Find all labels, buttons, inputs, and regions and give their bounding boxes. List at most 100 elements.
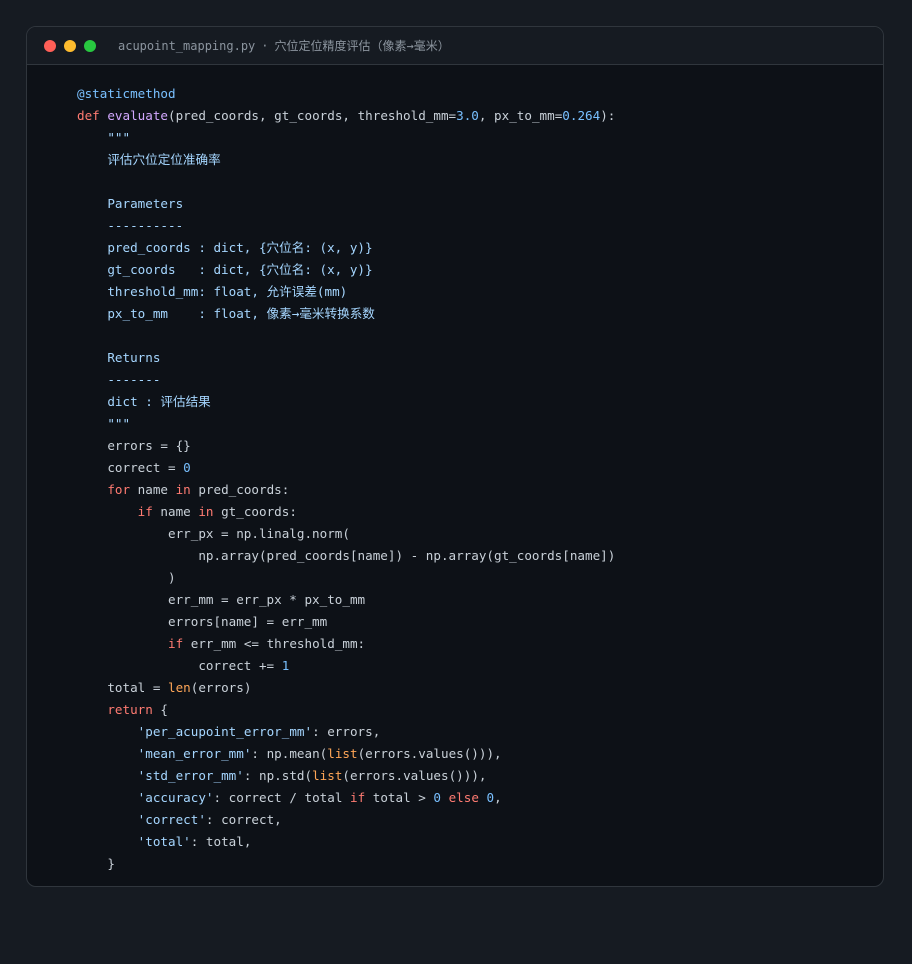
code-token: : errors, xyxy=(312,724,381,739)
code-token: Returns xyxy=(77,350,161,365)
code-line: dict : 评估结果 xyxy=(77,391,883,413)
code-token: 0 xyxy=(433,790,441,805)
code-line: if name in gt_coords: xyxy=(77,501,883,523)
code-token: in xyxy=(198,504,214,519)
code-token: gt_coords: xyxy=(213,504,297,519)
code-token: pred_coords: xyxy=(190,482,290,497)
code-token: in xyxy=(175,482,191,497)
code-token: err_mm = err_px * px_to_mm xyxy=(77,592,366,607)
code-token: pred_coords : dict, {穴位名: (x, y)} xyxy=(77,240,373,255)
code-token: (errors.values())), xyxy=(357,746,502,761)
code-line: correct += 1 xyxy=(77,655,883,677)
code-token: : np.mean( xyxy=(251,746,328,761)
code-token: 'std_error_mm' xyxy=(137,768,244,783)
code-line: px_to_mm : float, 像素→毫米转换系数 xyxy=(77,303,883,325)
code-token: if xyxy=(168,636,184,651)
code-token: { xyxy=(152,702,169,717)
code-line: ) xyxy=(77,567,883,589)
code-line: 'correct': correct, xyxy=(77,809,883,831)
code-line: 评估穴位定位准确率 xyxy=(77,149,883,171)
code-token: np.array(pred_coords[name]) - np.array(g… xyxy=(77,548,616,563)
maximize-window-button[interactable] xyxy=(84,39,96,52)
code-token: ) xyxy=(77,570,176,585)
filename: acupoint_mapping.py xyxy=(118,39,256,53)
code-token: , px_to_mm= xyxy=(478,108,563,123)
code-token: correct = xyxy=(77,460,184,475)
title-separator: · xyxy=(261,39,269,53)
code-line: ------- xyxy=(77,369,883,391)
code-token: list xyxy=(327,746,358,761)
code-token: name xyxy=(130,482,176,497)
code-line: 'total': total, xyxy=(77,831,883,853)
code-token: 'mean_error_mm' xyxy=(137,746,252,761)
code-token: 3.0 xyxy=(456,108,479,123)
minimize-window-button[interactable] xyxy=(64,39,76,52)
code-token: return xyxy=(107,702,153,717)
code-token: err_px = np.linalg.norm( xyxy=(77,526,350,541)
code-token: 评估穴位定位准确率 xyxy=(77,152,221,167)
code-line: err_mm = err_px * px_to_mm xyxy=(77,589,883,611)
code-line: """ xyxy=(77,127,883,149)
code-token: : total, xyxy=(190,834,252,849)
code-token: total = xyxy=(77,680,168,695)
code-token: 'per_acupoint_error_mm' xyxy=(137,724,313,739)
title-bar: acupoint_mapping.py · 穴位定位精度评估（像素→毫米） xyxy=(27,27,883,65)
code-line: total = len(errors) xyxy=(77,677,883,699)
code-token: px_to_mm : float, 像素→毫米转换系数 xyxy=(77,306,375,321)
code-line: correct = 0 xyxy=(77,457,883,479)
window-title: acupoint_mapping.py · 穴位定位精度评估（像素→毫米） xyxy=(118,37,450,54)
code-token: total > xyxy=(365,790,434,805)
code-token: name xyxy=(152,504,199,519)
code-token: : np.std( xyxy=(243,768,313,783)
code-token: 0.264 xyxy=(562,108,601,123)
code-line: 'mean_error_mm': np.mean(list(errors.val… xyxy=(77,743,883,765)
code-token: 0 xyxy=(486,790,495,805)
code-line: if err_mm <= threshold_mm: xyxy=(77,633,883,655)
code-line: Returns xyxy=(77,347,883,369)
code-token: if xyxy=(349,790,366,805)
code-token: errors = {} xyxy=(77,438,191,453)
code-line: return { xyxy=(77,699,883,721)
code-line: } xyxy=(77,853,883,875)
code-token: } xyxy=(77,856,115,871)
code-token: : correct / total xyxy=(213,790,350,805)
code-token: for xyxy=(107,482,131,497)
code-line: gt_coords : dict, {穴位名: (x, y)} xyxy=(77,259,883,281)
code-line: def evaluate(pred_coords, gt_coords, thr… xyxy=(77,105,883,127)
code-line: ---------- xyxy=(77,215,883,237)
code-token: Parameters xyxy=(77,196,184,211)
code-token: @staticmethod xyxy=(77,86,176,101)
code-line: """ xyxy=(77,413,883,435)
code-token: errors[name] = err_mm xyxy=(77,614,328,629)
code-token: , xyxy=(494,790,502,805)
code-token: err_mm <= threshold_mm: xyxy=(183,636,366,651)
code-line: errors[name] = err_mm xyxy=(77,611,883,633)
code-token: threshold_mm: float, 允许误差(mm) xyxy=(77,284,348,299)
code-token: gt_coords : dict, {穴位名: (x, y)} xyxy=(77,262,373,277)
code-editor[interactable]: @staticmethod def evaluate(pred_coords, g… xyxy=(27,65,883,875)
code-line: 'accuracy': correct / total if total > 0… xyxy=(77,787,883,809)
code-token: evaluate xyxy=(107,108,169,123)
code-line: pred_coords : dict, {穴位名: (x, y)} xyxy=(77,237,883,259)
code-line: Parameters xyxy=(77,193,883,215)
code-token: dict : 评估结果 xyxy=(77,394,211,409)
code-line: errors = {} xyxy=(77,435,883,457)
code-token: : correct, xyxy=(205,812,282,827)
close-window-button[interactable] xyxy=(44,39,56,52)
code-token: (errors) xyxy=(190,680,252,695)
code-line: np.array(pred_coords[name]) - np.array(g… xyxy=(77,545,883,567)
code-window: acupoint_mapping.py · 穴位定位精度评估（像素→毫米） @sta… xyxy=(26,26,884,887)
code-line: @staticmethod xyxy=(77,83,883,105)
